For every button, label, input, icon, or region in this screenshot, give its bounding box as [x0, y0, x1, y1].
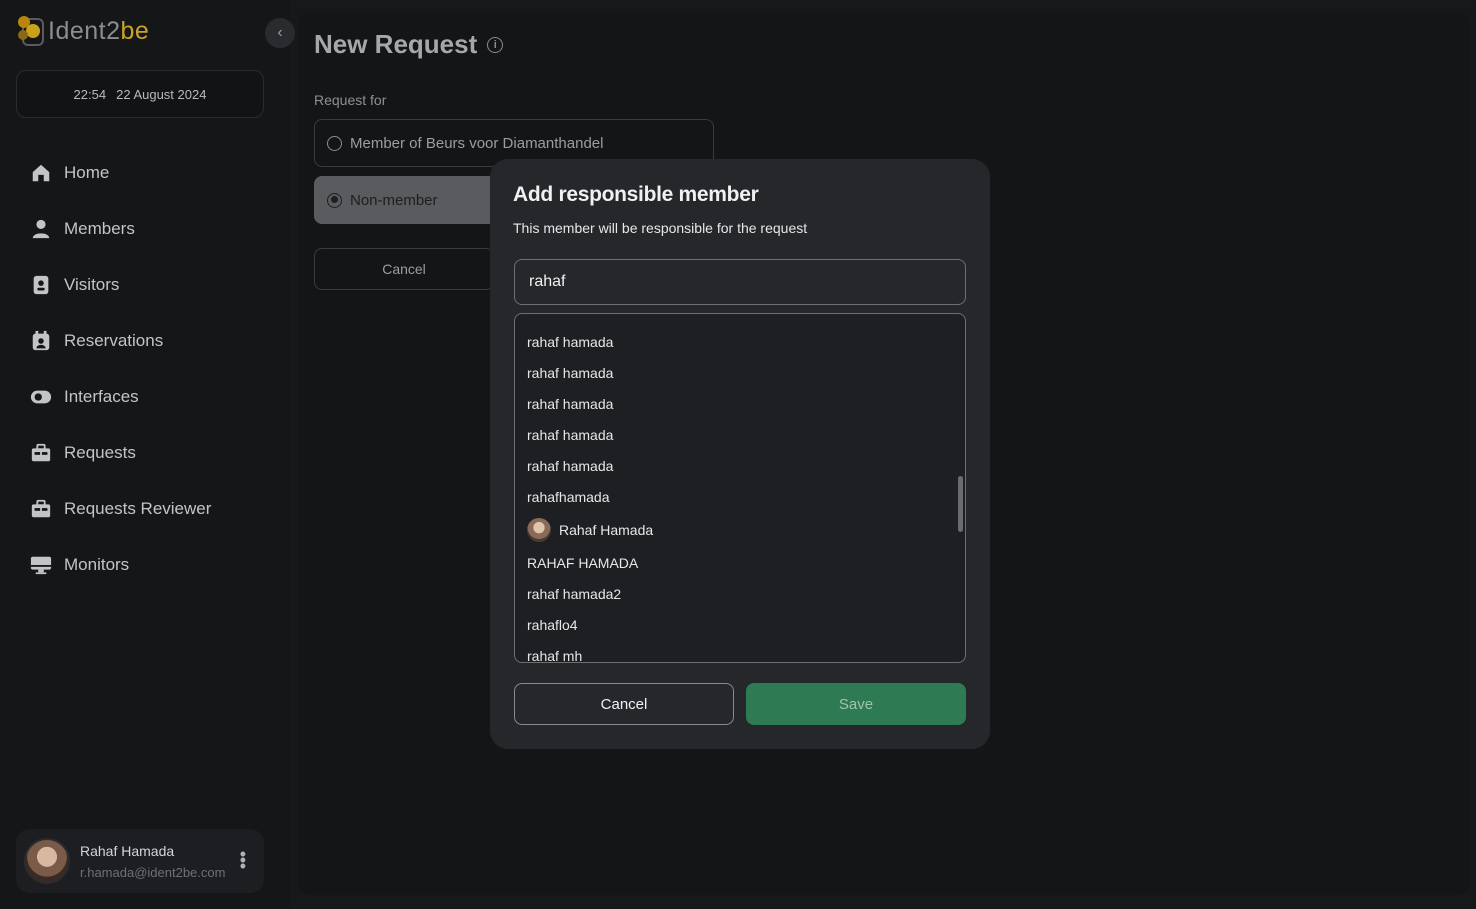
current-time: 22:54 [73, 86, 107, 102]
list-item[interactable]: rahaf hamada [515, 326, 955, 357]
sidebar-item-label: Reservations [64, 331, 164, 350]
sidebar: Ident2be ‹ 22:54 22 August 2024 Home Mem… [0, 0, 295, 909]
sidebar-item-monitors[interactable]: Monitors [30, 537, 211, 593]
list-item[interactable]: rahaf mh [515, 640, 955, 663]
add-responsible-member-dialog: Add responsible member This member will … [490, 159, 990, 749]
page-cancel-button[interactable]: Cancel [314, 248, 494, 290]
current-date: 22 August 2024 [116, 86, 207, 102]
sidebar-item-label: Home [64, 163, 110, 182]
list-item[interactable]: RAHAF HAMADA [515, 547, 955, 578]
list-item[interactable]: Rahaf Hamada [515, 512, 955, 547]
user-card[interactable]: Rahaf Hamada r.hamada@ident2be.com • • • [16, 829, 264, 893]
cancel-button[interactable]: Cancel [514, 683, 734, 725]
chevron-left-icon: ‹ [277, 24, 283, 41]
list-item[interactable]: rahafhamada [515, 481, 955, 512]
logo[interactable]: Ident2be [16, 14, 149, 48]
list-item[interactable]: rahaf hamada [515, 357, 955, 388]
more-options-icon[interactable]: • • • [240, 845, 246, 875]
toggle-icon [30, 386, 52, 408]
datetime-display: 22:54 22 August 2024 [16, 70, 264, 118]
dialog-subtitle: This member will be responsible for the … [513, 220, 808, 236]
user-name: Rahaf Hamada [80, 842, 175, 859]
sidebar-item-visitors[interactable]: Visitors [30, 257, 211, 313]
sidebar-item-requests-reviewer[interactable]: Requests Reviewer [30, 481, 211, 537]
sidebar-nav: Home Members Visitors Reservations Inter… [30, 145, 211, 593]
results-scrollbar[interactable] [958, 476, 963, 532]
avatar [24, 838, 70, 884]
save-button[interactable]: Save [746, 683, 966, 725]
sidebar-item-interfaces[interactable]: Interfaces [30, 369, 211, 425]
person-icon [30, 218, 52, 240]
sidebar-item-members[interactable]: Members [30, 201, 211, 257]
avatar [527, 517, 551, 542]
list-item[interactable]: rahaf hamada [515, 388, 955, 419]
radio-checked-icon [327, 192, 342, 208]
info-icon[interactable]: i [487, 36, 504, 53]
calendar-person-icon [30, 330, 52, 352]
sidebar-item-label: Monitors [64, 555, 130, 574]
dialog-title: Add responsible member [513, 183, 759, 206]
sidebar-item-label: Visitors [64, 275, 120, 294]
list-item-label: Rahaf Hamada [559, 521, 654, 538]
sidebar-item-label: Requests [64, 443, 136, 462]
list-item[interactable]: rahaf hamada2 [515, 578, 955, 609]
monitor-icon [30, 554, 52, 576]
badge-icon [30, 274, 52, 296]
member-search-input[interactable] [514, 259, 966, 305]
radio-unchecked-icon [327, 135, 342, 151]
search-results-list[interactable]: rahaf hamada rahaf hamada rahaf hamada r… [514, 313, 966, 663]
sidebar-item-label: Members [64, 219, 135, 238]
briefcase-icon [30, 442, 52, 464]
sidebar-item-label: Requests Reviewer [64, 499, 212, 518]
list-item[interactable]: rahaf hamada [515, 450, 955, 481]
home-icon [30, 162, 52, 184]
sidebar-item-home[interactable]: Home [30, 145, 211, 201]
page-title: New Request i [314, 29, 504, 60]
list-item[interactable]: rahaflo4 [515, 609, 955, 640]
briefcase-icon [30, 498, 52, 520]
sidebar-item-label: Interfaces [64, 387, 139, 406]
list-item[interactable]: rahaf hamada [515, 419, 955, 450]
request-for-label: Request for [314, 92, 387, 108]
logo-text: Ident2be [48, 16, 150, 45]
sidebar-item-requests[interactable]: Requests [30, 425, 211, 481]
logo-mark-icon [16, 14, 46, 48]
collapse-sidebar-button[interactable]: ‹ [265, 18, 295, 48]
user-email: r.hamada@ident2be.com [80, 864, 226, 880]
sidebar-item-reservations[interactable]: Reservations [30, 313, 211, 369]
